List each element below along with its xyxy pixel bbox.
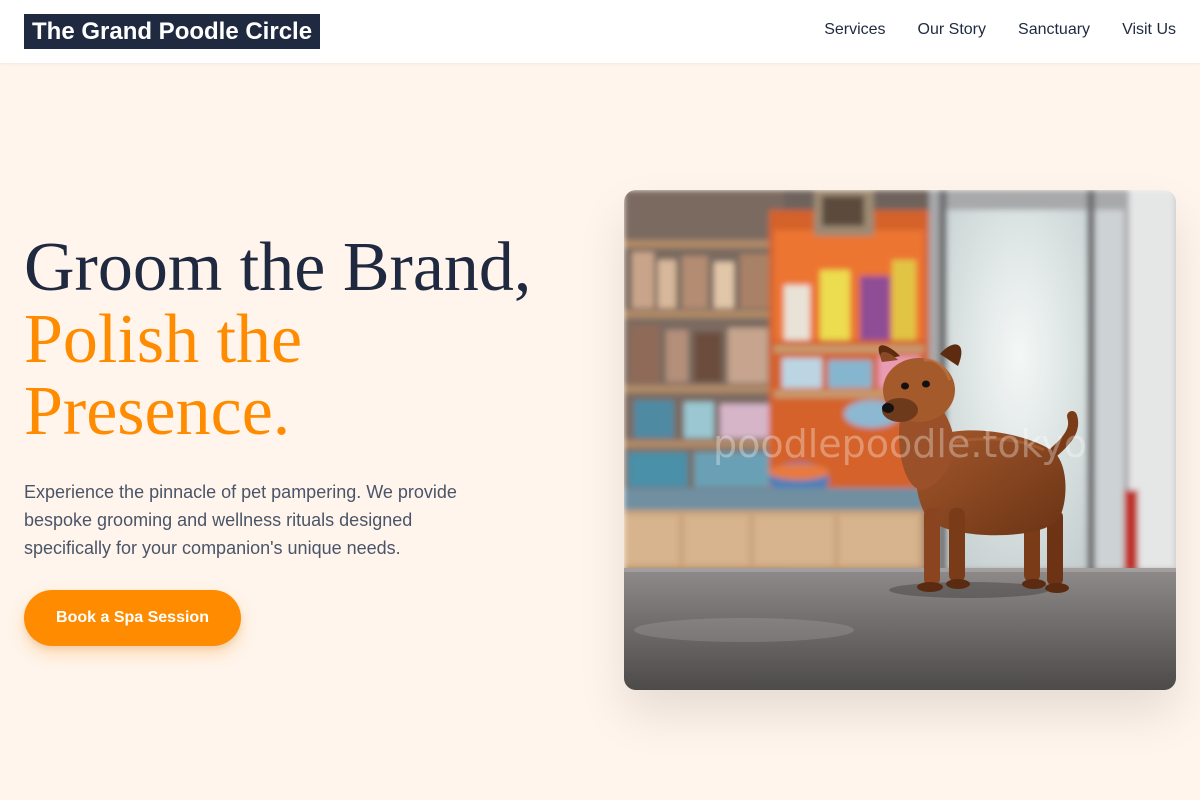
headline-accent: Polish the Presence. (24, 301, 303, 450)
headline-line: Groom the Brand, (24, 229, 532, 306)
image-watermark: poodlepoodle.tokyo (713, 422, 1087, 466)
nav-link-visit-us[interactable]: Visit Us (1122, 20, 1176, 40)
nav-link-sanctuary[interactable]: Sanctuary (1018, 20, 1090, 40)
nav-link-services[interactable]: Services (824, 20, 885, 40)
book-spa-session-button[interactable]: Book a Spa Session (24, 590, 241, 646)
top-nav: The Grand Poodle Circle Services Our Sto… (0, 0, 1200, 63)
nav-link-our-story[interactable]: Our Story (918, 20, 986, 40)
hero-text: Groom the Brand, Polish the Presence. Ex… (24, 232, 584, 562)
hero-subtext: Experience the pinnacle of pet pampering… (24, 482, 457, 558)
brand-logo[interactable]: The Grand Poodle Circle (24, 14, 321, 49)
hero-photo: poodlepoodle.tokyo (624, 190, 1176, 690)
hero-headline: Groom the Brand, Polish the Presence. (24, 232, 584, 448)
nav-links: Services Our Story Sanctuary Visit Us (824, 20, 1176, 40)
